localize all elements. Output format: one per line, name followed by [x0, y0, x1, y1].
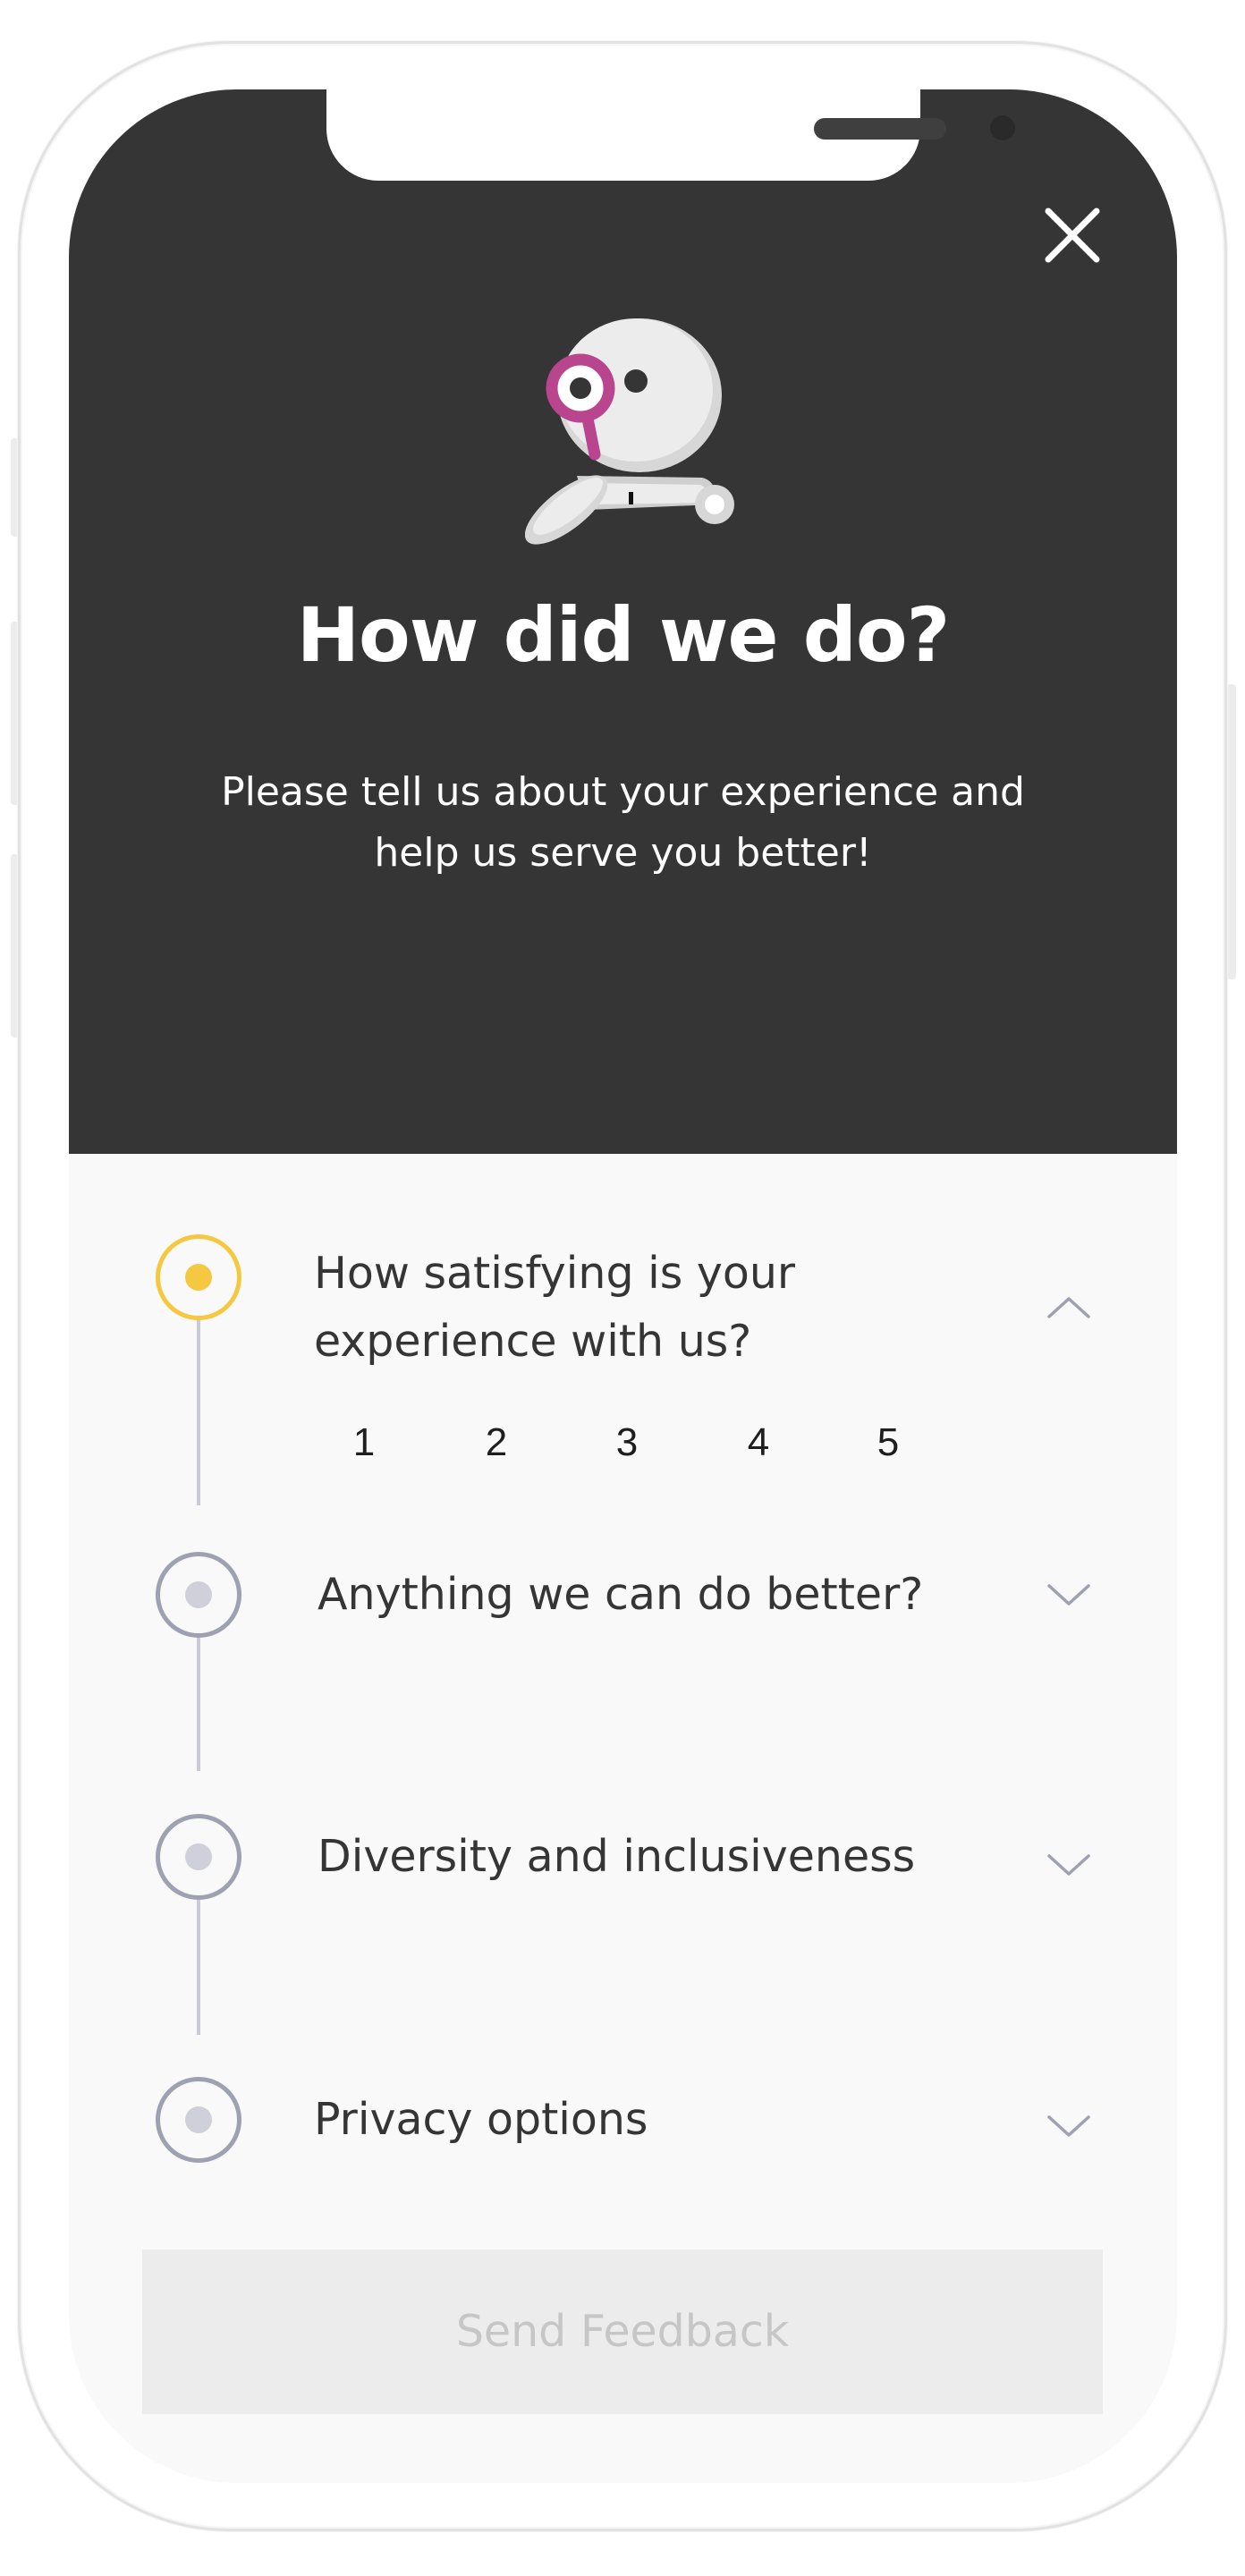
page-subtitle: Please tell us about your experience and…: [221, 769, 1025, 876]
rating-option-4[interactable]: 4: [732, 1411, 785, 1474]
speaker-grille: [814, 118, 946, 140]
close-button[interactable]: [1032, 195, 1113, 275]
phone-notch: [326, 89, 1015, 181]
rating-option-1[interactable]: 1: [337, 1411, 391, 1474]
phone-side-button: [1227, 684, 1236, 979]
send-feedback-button[interactable]: Send Feedback: [142, 2250, 1103, 2414]
feedback-screen: How did we do? Please tell us about your…: [69, 89, 1177, 2483]
step-indicator-active: [156, 1234, 241, 1320]
page-title: How did we do?: [296, 591, 951, 679]
step-diversity-label[interactable]: Diversity and inclusiveness: [318, 1823, 1015, 1891]
step-improvement-label[interactable]: Anything we can do better?: [318, 1561, 1015, 1629]
rating-option-3[interactable]: 3: [600, 1411, 654, 1474]
step-indicator: [156, 1552, 241, 1638]
step-indicator: [156, 1814, 241, 1900]
rating-option-5[interactable]: 5: [861, 1411, 915, 1474]
feedback-header: How did we do? Please tell us about your…: [69, 89, 1177, 1154]
chevron-up-icon[interactable]: [1042, 1288, 1096, 1324]
chevron-down-icon[interactable]: [1042, 1577, 1096, 1613]
step-privacy-label[interactable]: Privacy options: [314, 2086, 1012, 2154]
close-icon: [1045, 208, 1100, 263]
chevron-down-icon[interactable]: [1042, 1847, 1096, 1883]
rating-option-2[interactable]: 2: [470, 1411, 523, 1474]
chevron-down-icon[interactable]: [1042, 2108, 1096, 2144]
front-camera: [990, 115, 1015, 140]
robot-mascot-icon: [525, 313, 740, 564]
step-satisfaction-label[interactable]: How satisfying is your experience with u…: [314, 1240, 1012, 1376]
step-indicator: [156, 2077, 241, 2163]
